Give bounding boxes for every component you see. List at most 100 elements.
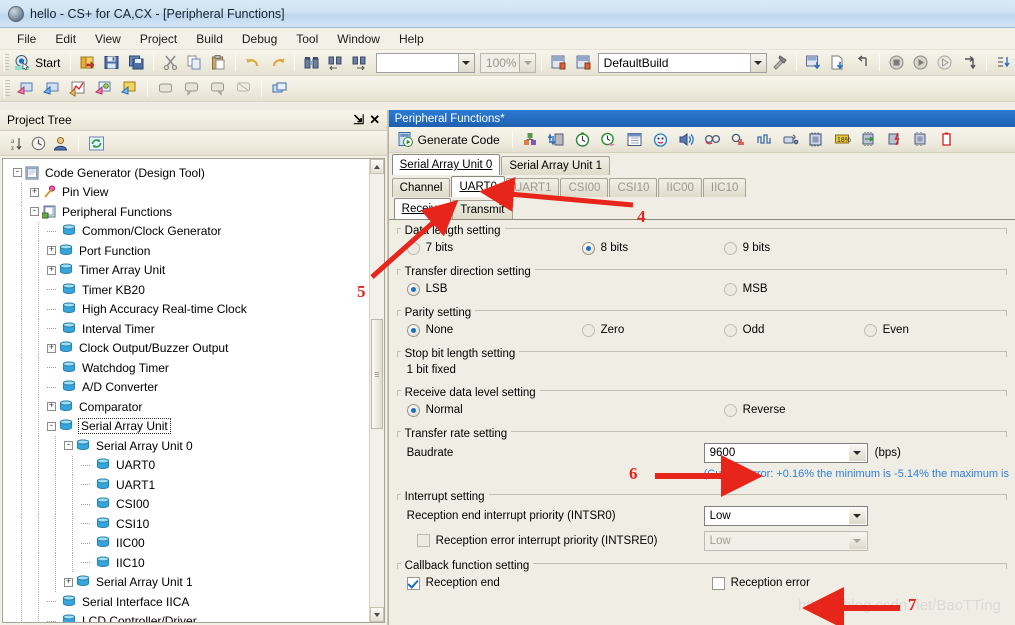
find-previous-button[interactable] [324, 52, 347, 74]
tree-node-uart1[interactable]: UART1 [3, 475, 369, 495]
open-project-button[interactable] [76, 52, 99, 74]
menu-item-build[interactable]: Build [187, 29, 232, 49]
lcd-controller-button[interactable]: 18% [830, 129, 855, 151]
step-into-button[interactable] [992, 52, 1015, 74]
chevron-down-icon[interactable] [848, 445, 866, 461]
tab-serial-array-unit-1[interactable]: Serial Array Unit 1 [501, 156, 611, 175]
tree-expander[interactable]: - [47, 421, 56, 431]
panel-blank-button[interactable] [153, 78, 178, 100]
tree-expander[interactable]: - [64, 441, 73, 451]
tree-node-comparator[interactable]: + Comparator [3, 397, 369, 417]
chevron-down-icon[interactable] [457, 53, 474, 72]
radio-parity-none[interactable]: None [406, 323, 582, 337]
tree-node-timer-array-unit[interactable]: + Timer Array Unit [3, 260, 369, 280]
interrupt-function-button[interactable] [882, 129, 907, 151]
menu-item-edit[interactable]: Edit [46, 29, 85, 49]
serial-iica-button[interactable] [804, 129, 829, 151]
tab-transmit[interactable]: Transmit [452, 200, 513, 219]
menu-item-window[interactable]: Window [328, 29, 389, 49]
property-icon[interactable]: a z [8, 135, 25, 152]
callout-left-button[interactable] [179, 78, 204, 100]
tab-uart1[interactable]: UART1 [505, 178, 560, 197]
buzzer-output-button[interactable] [674, 129, 699, 151]
menu-item-view[interactable]: View [86, 29, 130, 49]
tree-node-common-clock-generator[interactable]: Common/Clock Generator [3, 221, 369, 241]
tree-expander[interactable]: + [47, 402, 56, 412]
radio-parity-zero[interactable]: Zero [581, 323, 724, 337]
project-tree-scrollbar[interactable] [368, 159, 384, 622]
scroll-down-button[interactable] [369, 607, 384, 622]
menu-item-debug[interactable]: Debug [233, 29, 286, 49]
generate-code-button[interactable]: Generate Code [393, 129, 507, 151]
reception-end-priority-combo[interactable]: Low [703, 505, 868, 526]
timer-array-button[interactable] [570, 129, 595, 151]
refresh-icon[interactable] [88, 135, 105, 152]
toolbar-grip[interactable] [4, 53, 10, 72]
tree-expander[interactable]: + [30, 187, 39, 197]
tree-node-interval-timer[interactable]: Interval Timer [3, 319, 369, 339]
edit-memory-button[interactable] [117, 78, 142, 100]
download-file-button[interactable] [826, 52, 849, 74]
port-function-button[interactable] [544, 129, 569, 151]
tree-node-a-d-converter[interactable]: A/D Converter [3, 377, 369, 397]
tab-serial-array-unit-0[interactable]: Serial Array Unit 0 [391, 154, 501, 175]
build-options-button[interactable] [768, 52, 791, 74]
clock-icon[interactable] [30, 135, 47, 152]
tree-expander[interactable]: - [30, 207, 39, 217]
chevron-down-icon[interactable] [519, 53, 536, 72]
tab-csi00[interactable]: CSI00 [560, 178, 609, 197]
callout-right-button[interactable] [205, 78, 230, 100]
redo-button[interactable] [266, 52, 289, 74]
radio-lsb[interactable]: LSB [406, 282, 724, 296]
tab-iic00[interactable]: IIC00 [658, 178, 702, 197]
toolbar-grip[interactable] [4, 79, 10, 98]
run-button[interactable] [909, 52, 932, 74]
stop-debug-button[interactable] [885, 52, 908, 74]
zoom-combo[interactable]: 100% [479, 52, 537, 73]
watch-add-button[interactable] [13, 78, 38, 100]
clock-generator-button[interactable] [518, 129, 543, 151]
cut-button[interactable] [159, 52, 182, 74]
scroll-up-button[interactable] [369, 159, 384, 174]
tree-node-high-accuracy-real-time-clock[interactable]: High Accuracy Real-time Clock [3, 299, 369, 319]
tree-node-peripheral-functions[interactable]: - Peripheral Functions [3, 202, 369, 222]
checkbox-reception-error[interactable]: Reception error [711, 576, 810, 590]
menu-item-project[interactable]: Project [131, 29, 186, 49]
project-tree-list[interactable]: - Code Generator (Design Tool) + Pin View - P… [3, 159, 369, 622]
tree-node-lcd-controller-driver[interactable]: LCD Controller/Driver [3, 611, 369, 622]
tree-node-iic00[interactable]: IIC00 [3, 533, 369, 553]
find-next-button[interactable] [348, 52, 371, 74]
reception-error-priority-combo[interactable]: Low [703, 530, 868, 551]
tree-node-serial-array-unit-1[interactable]: + Serial Array Unit 1 [3, 572, 369, 592]
chevron-down-icon[interactable] [749, 53, 766, 72]
radio-msb[interactable]: MSB [723, 282, 768, 296]
menu-item-file[interactable]: File [8, 29, 45, 49]
undo-button[interactable] [241, 52, 264, 74]
tab-channel[interactable]: Channel [391, 178, 451, 197]
tree-expander[interactable]: - [13, 168, 22, 178]
battery-button[interactable] [934, 129, 959, 151]
tree-node-port-function[interactable]: + Port Function [3, 241, 369, 261]
radio-8-bits[interactable]: 8 bits [581, 241, 724, 255]
user-icon[interactable] [52, 135, 69, 152]
interval-timer-button[interactable] [648, 129, 673, 151]
save-all-button[interactable] [124, 52, 147, 74]
pin-icon[interactable]: ⇲ [351, 112, 367, 128]
tree-node-code-generator-design-tool[interactable]: - Code Generator (Design Tool) [3, 163, 369, 183]
search-combo[interactable] [375, 52, 475, 73]
tree-expander[interactable]: + [47, 246, 56, 256]
serial-array-unit-button[interactable] [778, 129, 803, 151]
save-button[interactable] [100, 52, 123, 74]
tree-expander[interactable]: + [64, 577, 73, 587]
tree-node-clock-output-buzzer-output[interactable]: + Clock Output/Buzzer Output [3, 338, 369, 358]
close-icon[interactable]: ✕ [367, 112, 383, 128]
baudrate-combo[interactable]: 9600 [703, 443, 868, 463]
chevron-down-icon[interactable] [848, 507, 866, 524]
build-config-combo[interactable]: DefaultBuild [597, 52, 767, 73]
radio-parity-odd[interactable]: Odd [723, 323, 864, 337]
tab-csi10[interactable]: CSI10 [609, 178, 658, 197]
chevron-down-icon[interactable] [848, 532, 866, 549]
tab-receive[interactable]: Receive [393, 198, 452, 219]
dma-controller-button[interactable] [856, 129, 881, 151]
tree-node-pin-view[interactable]: + Pin View [3, 182, 369, 202]
